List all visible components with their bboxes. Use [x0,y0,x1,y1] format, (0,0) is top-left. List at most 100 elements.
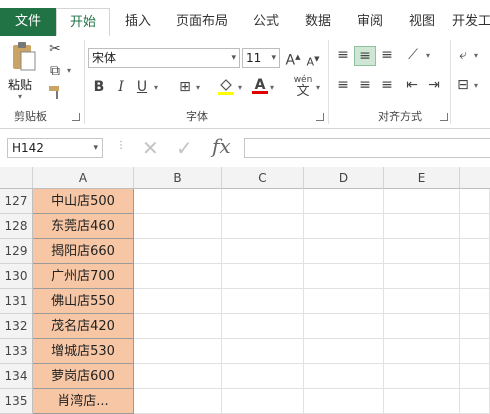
fill-color-icon[interactable] [216,76,236,101]
cut-icon[interactable]: ✂ [45,40,65,58]
cell[interactable] [304,389,384,414]
tab-view[interactable]: 视图 [400,8,444,36]
cell[interactable] [222,289,304,314]
cell[interactable] [222,239,304,264]
cell[interactable] [460,364,490,389]
cell[interactable] [384,264,460,289]
name-box[interactable]: H142 ▾ [7,138,103,158]
align-right-icon[interactable]: ≡ [378,76,396,94]
increase-indent-icon[interactable]: ⇥ [424,76,444,94]
cell[interactable] [460,339,490,364]
cell[interactable] [384,389,460,414]
number-format-dropdown-arrow[interactable]: ▾ [474,51,478,60]
cell[interactable] [304,264,384,289]
row-header[interactable]: 130 [0,264,33,289]
column-header-c[interactable]: C [222,167,304,189]
cell[interactable] [134,289,222,314]
underline-dropdown-arrow[interactable]: ▾ [154,83,158,92]
orientation-icon[interactable]: ⟋ [402,46,424,64]
cell[interactable] [222,314,304,339]
column-header-b[interactable]: B [134,167,222,189]
font-name-select[interactable]: 宋体 ▾ [88,48,240,68]
formula-input[interactable] [244,138,490,158]
font-color-dropdown-arrow[interactable]: ▾ [270,83,274,92]
cell-a[interactable]: 东莞店460 [33,214,134,239]
tab-page-layout[interactable]: 页面布局 [166,8,238,36]
select-all-corner[interactable] [0,167,33,189]
cell[interactable] [384,214,460,239]
row-header[interactable]: 129 [0,239,33,264]
format-painter-icon[interactable] [45,84,65,105]
cell[interactable] [304,189,384,214]
tab-formulas[interactable]: 公式 [244,8,288,36]
shrink-font-icon[interactable]: A▼ [304,50,322,72]
tab-data[interactable]: 数据 [296,8,340,36]
decrease-indent-icon[interactable]: ⇤ [402,76,422,94]
paste-icon[interactable] [10,40,38,74]
italic-button[interactable]: I [112,78,130,96]
cell[interactable] [222,214,304,239]
row-header[interactable]: 128 [0,214,33,239]
copy-icon[interactable]: ⧉ [45,62,65,80]
merge-dropdown-arrow[interactable]: ▾ [474,81,478,90]
grow-font-icon[interactable]: A▲ [284,48,302,70]
cell-a[interactable]: 中山店500 [33,189,134,214]
cell[interactable] [134,189,222,214]
underline-button[interactable]: U [133,78,151,96]
cell[interactable] [460,389,490,414]
cell[interactable] [134,239,222,264]
cell[interactable] [222,339,304,364]
column-header-d[interactable]: D [304,167,384,189]
tab-review[interactable]: 审阅 [348,8,392,36]
formula-bar-grip[interactable]: ⋮ [116,140,126,151]
phonetic-guide-icon[interactable]: wén 文 [292,74,314,99]
cell[interactable] [384,339,460,364]
cell[interactable] [384,239,460,264]
phonetic-dropdown-arrow[interactable]: ▾ [316,83,320,92]
cell-a[interactable]: 揭阳店660 [33,239,134,264]
cell[interactable] [304,289,384,314]
cell[interactable] [304,314,384,339]
copy-dropdown-arrow[interactable]: ▾ [67,66,71,75]
cell[interactable] [304,239,384,264]
cell[interactable] [222,364,304,389]
cell[interactable] [384,314,460,339]
cell[interactable] [384,364,460,389]
alignment-launcher-icon[interactable] [440,113,448,121]
font-size-select[interactable]: 11 ▾ [242,48,280,68]
cell[interactable] [304,339,384,364]
cell[interactable] [222,389,304,414]
orientation-dropdown-arrow[interactable]: ▾ [426,51,430,60]
enter-icon[interactable]: ✓ [176,136,193,160]
tab-home[interactable]: 开始 [56,8,110,36]
insert-function-icon[interactable]: fx [212,134,231,158]
cell-a[interactable]: 佛山店550 [33,289,134,314]
font-color-icon[interactable]: A [252,76,268,94]
row-header[interactable]: 132 [0,314,33,339]
fill-color-dropdown-arrow[interactable]: ▾ [238,83,242,92]
clipboard-launcher-icon[interactable] [72,113,80,121]
cell[interactable] [222,189,304,214]
row-header[interactable]: 133 [0,339,33,364]
row-header[interactable]: 131 [0,289,33,314]
align-center-icon[interactable]: ≡ [356,76,374,94]
row-header[interactable]: 127 [0,189,33,214]
cell[interactable] [460,314,490,339]
cell[interactable] [460,239,490,264]
align-bottom-icon[interactable]: ≡ [378,46,396,64]
cell[interactable] [134,264,222,289]
cell-a[interactable]: 萝岗店600 [33,364,134,389]
align-top-icon[interactable]: ≡ [334,46,352,64]
cell[interactable] [134,314,222,339]
merge-center-icon[interactable]: ⊟ [454,76,472,94]
cell[interactable] [384,289,460,314]
cell[interactable] [304,214,384,239]
align-left-icon[interactable]: ≡ [334,76,352,94]
paste-dropdown-arrow[interactable]: ▾ [18,92,22,101]
cell[interactable] [304,364,384,389]
row-header[interactable]: 134 [0,364,33,389]
cell[interactable] [460,264,490,289]
cancel-icon[interactable]: ✕ [142,136,159,160]
column-header-e[interactable]: E [384,167,460,189]
cell[interactable] [460,214,490,239]
